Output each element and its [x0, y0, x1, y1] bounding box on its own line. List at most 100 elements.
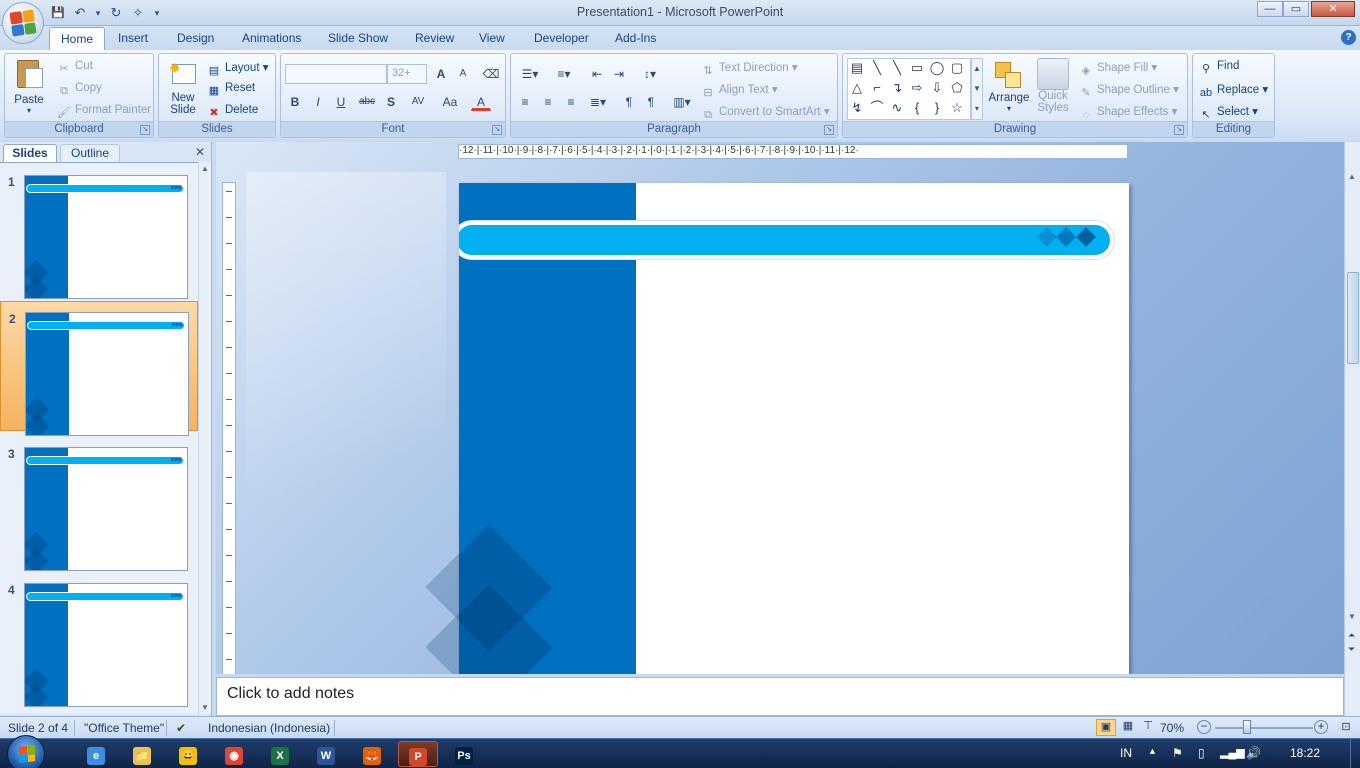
thumbnails-scrollbar[interactable]: ▲ ▼ — [198, 162, 211, 714]
shape-option-icon[interactable]: { — [908, 99, 926, 117]
character-spacing-button[interactable]: AV — [405, 92, 431, 111]
volume-icon[interactable]: 🔊 — [1246, 746, 1261, 760]
normal-view-icon[interactable]: ▣ — [1096, 719, 1116, 736]
tab-slide-show[interactable]: Slide Show — [328, 31, 388, 45]
powerpoint-icon[interactable]: P — [398, 741, 438, 767]
customize-toolbar-icon[interactable]: ▾ — [152, 5, 162, 21]
shape-option-icon[interactable]: ▭ — [908, 59, 926, 77]
strikethrough-button[interactable]: abc — [355, 92, 379, 111]
slide-thumbnail-3[interactable]: 3 ◆◆◆ — [0, 437, 198, 571]
zoom-level[interactable]: 70% — [1160, 721, 1184, 735]
underline-button[interactable]: U — [331, 92, 351, 111]
shape-option-icon[interactable]: ▤ — [848, 59, 866, 77]
excel-icon[interactable]: X — [260, 741, 300, 767]
shrink-font-button[interactable]: A — [453, 64, 473, 83]
slide-sorter-icon[interactable]: ▦ — [1118, 719, 1138, 736]
network-signal-icon[interactable]: ▂▄▆ — [1220, 746, 1245, 759]
font-launcher-icon[interactable]: ↘ — [492, 125, 502, 135]
battery-icon[interactable]: ▯ — [1198, 746, 1205, 760]
editor-scrollbar[interactable]: ▲ ▼ ⏶ ⏷ — [1344, 142, 1360, 716]
redo-icon[interactable]: ↻ — [108, 5, 124, 21]
shape-option-icon[interactable]: ↴ — [888, 79, 906, 97]
notes-pane[interactable]: Click to add notes — [216, 677, 1344, 716]
tab-outline[interactable]: Outline — [60, 144, 120, 162]
text-shadow-button[interactable]: S — [381, 92, 401, 111]
horizontal-ruler[interactable]: ·12·|·11·|·10·|·9·|·8·|·7·|·6·|·5·|·4·|·… — [458, 144, 1128, 159]
tab-home[interactable]: Home — [49, 27, 106, 50]
shape-option-icon[interactable]: ◯ — [928, 59, 946, 77]
minimize-button[interactable]: — — [1257, 1, 1283, 17]
paragraph-launcher-icon[interactable]: ↘ — [824, 125, 834, 135]
change-case-button[interactable]: Aa — [437, 92, 463, 111]
align-left-icon[interactable]: ≡ — [515, 92, 535, 111]
quick-styles-button[interactable]: Quick Styles — [1035, 56, 1071, 120]
layout-button[interactable]: ▤ Layout ▾ — [207, 60, 269, 78]
tab-review[interactable]: Review — [415, 31, 454, 45]
shape-outline-button[interactable]: ✎ Shape Outline ▾ — [1079, 82, 1178, 100]
current-slide[interactable] — [459, 183, 1129, 674]
photoshop-icon[interactable]: Ps — [444, 741, 484, 767]
shape-option-icon[interactable]: ╲ — [888, 59, 906, 77]
maximize-button[interactable]: ▭ — [1283, 1, 1309, 17]
shape-option-icon[interactable]: ⇨ — [908, 79, 926, 97]
bold-button[interactable]: B — [285, 92, 305, 111]
tab-slides[interactable]: Slides — [3, 144, 57, 162]
zoom-out-icon[interactable]: − — [1197, 720, 1211, 734]
show-desktop-button[interactable] — [1350, 739, 1360, 768]
language-indicator[interactable]: Indonesian (Indonesia) — [208, 721, 330, 735]
shape-option-icon[interactable]: ╲ — [868, 59, 886, 77]
language-bar[interactable]: IN — [1120, 746, 1132, 760]
delete-button[interactable]: ✖ Delete — [207, 104, 258, 120]
convert-smartart-button[interactable]: ⧉ Convert to SmartArt ▾ — [701, 104, 830, 122]
clipboard-launcher-icon[interactable]: ↘ — [140, 125, 150, 135]
justify-icon[interactable]: ≣▾ — [584, 92, 612, 111]
help-icon[interactable]: ? — [1341, 30, 1356, 45]
undo-dropdown-icon[interactable]: ▾ — [94, 5, 102, 21]
fit-to-window-icon[interactable]: ⊡ — [1338, 720, 1354, 734]
close-button[interactable]: ✕ — [1311, 1, 1355, 17]
format-painter-button[interactable]: 🖌 Format Painter — [57, 104, 151, 120]
shape-option-icon[interactable]: ⬠ — [948, 79, 966, 97]
shape-effects-button[interactable]: ◌ Shape Effects ▾ — [1079, 104, 1178, 122]
rtl-icon[interactable]: ¶ — [641, 92, 661, 111]
font-name-combo[interactable] — [285, 64, 387, 84]
panel-close-icon[interactable]: ✕ — [195, 145, 205, 159]
internet-explorer-icon[interactable]: e — [76, 741, 116, 767]
shape-option-icon[interactable]: ▢ — [948, 59, 966, 77]
bullets-icon[interactable]: ☰▾ — [515, 64, 545, 83]
cut-button[interactable]: ✂ Cut — [57, 60, 93, 76]
slide-thumbnail-1[interactable]: 1 ◆◆◆ — [0, 165, 198, 299]
shape-fill-button[interactable]: ◈ Shape Fill ▾ — [1079, 60, 1157, 78]
paste-dropdown-icon[interactable]: ▾ — [9, 106, 49, 115]
undo-icon[interactable]: ↶ — [72, 5, 88, 21]
zoom-slider[interactable] — [1215, 727, 1313, 729]
scroll-down-icon[interactable]: ▼ — [1348, 612, 1356, 621]
spelling-check-icon[interactable]: ✔ — [176, 721, 186, 735]
align-center-icon[interactable]: ≡ — [538, 92, 558, 111]
shape-option-icon[interactable]: } — [928, 99, 946, 117]
text-direction-button[interactable]: ⇅ Text Direction ▾ — [701, 60, 797, 78]
scroll-up-icon[interactable]: ▲ — [1348, 172, 1356, 181]
word-icon[interactable]: W — [306, 741, 346, 767]
numbering-icon[interactable]: ≡▾ — [549, 64, 579, 83]
reset-button[interactable]: ▦ Reset — [207, 82, 255, 98]
tab-developer[interactable]: Developer — [534, 31, 589, 45]
new-slide-button[interactable]: ✸ New Slide — [163, 56, 203, 120]
line-spacing-icon[interactable]: ↕▾ — [635, 64, 665, 83]
ltr-icon[interactable]: ¶ — [619, 92, 639, 111]
align-right-icon[interactable]: ≡ — [561, 92, 581, 111]
vertical-ruler[interactable] — [222, 182, 236, 674]
messenger-icon[interactable]: 😀 — [168, 741, 208, 767]
theme-name[interactable]: "Office Theme" — [84, 721, 164, 735]
previous-slide-icon[interactable]: ⏶ — [1348, 630, 1355, 641]
office-button[interactable] — [2, 2, 44, 44]
copy-button[interactable]: ⧉ Copy — [57, 82, 102, 98]
shape-option-icon[interactable]: ☆ — [948, 99, 966, 117]
select-button[interactable]: ↖ Select ▾ — [1199, 104, 1258, 122]
shape-option-icon[interactable]: ⌒ — [868, 99, 886, 117]
chrome-icon[interactable]: ◉ — [214, 741, 254, 767]
tab-view[interactable]: View — [479, 31, 505, 45]
tab-insert[interactable]: Insert — [118, 31, 148, 45]
italic-button[interactable]: I — [308, 92, 328, 111]
slide-show-view-icon[interactable]: ⊤ — [1138, 719, 1158, 736]
